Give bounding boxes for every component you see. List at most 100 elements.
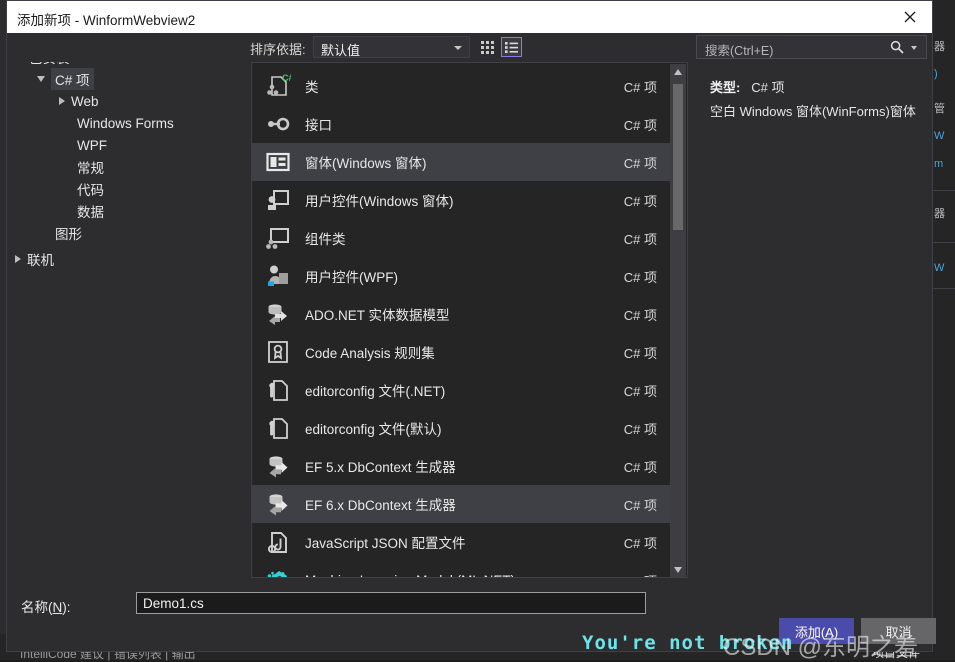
- template-row[interactable]: EF 6.x DbContext 生成器 C# 项: [252, 485, 671, 523]
- close-icon[interactable]: [888, 1, 932, 32]
- screen-root: 器 ) 管 W m 器 W IntelliCode 建议 | 错误列表 | 输出…: [0, 0, 955, 661]
- template-kind: C# 项: [623, 155, 657, 171]
- ruleset-icon: [263, 337, 293, 367]
- dialog-title: 添加新项 - WinformWebview2: [17, 13, 196, 28]
- template-kind: C# 项: [623, 497, 657, 513]
- template-row[interactable]: 用户控件(Windows 窗体) C# 项: [252, 181, 671, 219]
- grid-view-icon[interactable]: [477, 37, 498, 57]
- json-icon: [263, 527, 293, 557]
- template-row[interactable]: EF 5.x DbContext 生成器 C# 项: [252, 447, 671, 485]
- mlnet-icon: [263, 565, 293, 577]
- interface-icon: [263, 109, 293, 139]
- tree-node-4[interactable]: WPF: [59, 134, 107, 156]
- tree-node-label: 图形: [55, 227, 82, 242]
- template-row[interactable]: Code Analysis 规则集 C# 项: [252, 333, 671, 371]
- template-list[interactable]: C# 类 C# 项 接口 C# 项 窗体(Windows 窗体) C# 项 用户控件(W…: [251, 62, 688, 578]
- name-label-key: N: [52, 600, 63, 615]
- template-row[interactable]: editorconfig 文件(默认) C# 项: [252, 409, 671, 447]
- tree-node-5[interactable]: 常规: [59, 156, 104, 178]
- tree-node-3[interactable]: Windows Forms: [59, 112, 174, 134]
- template-kind: C# 项: [623, 459, 657, 475]
- editorconfig-icon: [263, 413, 293, 443]
- tree-node-1[interactable]: C# 项: [37, 68, 94, 90]
- template-name: EF 5.x DbContext 生成器: [305, 460, 456, 475]
- template-name: 接口: [305, 118, 332, 133]
- tree-node-7[interactable]: 数据: [59, 200, 104, 222]
- template-kind: C# 项: [623, 383, 657, 399]
- bg-fragment: W: [934, 130, 945, 142]
- search-icon: [890, 40, 904, 57]
- template-row[interactable]: editorconfig 文件(.NET) C# 项: [252, 371, 671, 409]
- tree-node-8[interactable]: 图形: [37, 222, 82, 244]
- sort-by-value: 默认值: [321, 43, 361, 58]
- template-row[interactable]: ADO.NET 实体数据模型 C# 项: [252, 295, 671, 333]
- scroll-down-arrow-icon[interactable]: [670, 562, 686, 577]
- scroll-up-arrow-icon[interactable]: [670, 64, 686, 80]
- template-name: 类: [305, 80, 319, 95]
- name-input[interactable]: Demo1.cs: [136, 592, 646, 614]
- template-name: 窗体(Windows 窗体): [305, 156, 427, 171]
- tree-node-label: 数据: [77, 205, 104, 220]
- search-input[interactable]: 搜索(Ctrl+E): [696, 35, 927, 59]
- template-name: 用户控件(WPF): [305, 270, 398, 285]
- tree-node-online[interactable]: 联机: [15, 248, 54, 270]
- template-name: Machine Learning Model (ML.NET): [305, 573, 624, 578]
- editorconfig-icon: [263, 375, 293, 405]
- detail-type-row: 类型: C# 项: [710, 77, 784, 96]
- tree-node-label: 代码: [77, 183, 104, 198]
- template-row[interactable]: JavaScript JSON 配置文件 C# 项: [252, 523, 671, 561]
- twisty-closed-icon: [15, 255, 21, 263]
- bg-divider: [933, 288, 955, 289]
- template-row[interactable]: C# 类 C# 项: [252, 67, 671, 105]
- template-kind: C# 项: [623, 307, 657, 323]
- template-row[interactable]: Machine Learning Model (ML.NET)C# 项: [252, 561, 671, 578]
- tree-node-label: 常规: [77, 161, 104, 176]
- name-input-value: Demo1.cs: [143, 596, 204, 611]
- component-icon: [263, 223, 293, 253]
- dialog-title-bar: 添加新项 - WinformWebview2: [7, 1, 932, 33]
- template-row[interactable]: 组件类 C# 项: [252, 219, 671, 257]
- bg-fragment: 器: [934, 208, 945, 220]
- template-row[interactable]: 用户控件(WPF) C# 项: [252, 257, 671, 295]
- template-name: EF 6.x DbContext 生成器: [305, 498, 456, 513]
- twisty-open-icon[interactable]: [37, 76, 45, 82]
- ef-dbcontext-icon: [263, 489, 293, 519]
- tree-node-label: Windows Forms: [77, 115, 174, 131]
- tree-node-label: 联机: [27, 253, 54, 268]
- template-kind: C# 项: [623, 345, 657, 361]
- tree-node-6[interactable]: 代码: [59, 178, 104, 200]
- bg-divider: [933, 190, 955, 191]
- chevron-down-icon: [454, 46, 462, 50]
- template-kind: C# 项: [623, 117, 657, 133]
- scrollbar-thumb[interactable]: [673, 84, 683, 230]
- search-dropdown-chevron-icon[interactable]: [911, 46, 917, 50]
- svg-text:C#: C#: [282, 73, 291, 83]
- wpf-usercontrol-icon: [263, 261, 293, 291]
- template-detail-panel: 类型: C# 项 空白 Windows 窗体(WinForms)窗体: [696, 68, 927, 578]
- tree-node-label: 已安装: [29, 62, 70, 67]
- template-kind: C# 项: [623, 231, 657, 247]
- tree-node-label: WPF: [77, 137, 107, 153]
- name-field-label: 名称(N):: [21, 596, 71, 616]
- detail-description: 空白 Windows 窗体(WinForms)窗体: [710, 104, 916, 119]
- sort-by-dropdown[interactable]: 默认值: [313, 36, 470, 58]
- template-kind: C# 项: [623, 421, 657, 437]
- form-icon: [263, 147, 293, 177]
- template-name: editorconfig 文件(.NET): [305, 384, 446, 399]
- list-scrollbar[interactable]: [670, 64, 686, 577]
- template-name: editorconfig 文件(默认): [305, 422, 442, 437]
- tree-node-2[interactable]: Web: [59, 90, 99, 112]
- template-kind: C# 项: [623, 193, 657, 209]
- bg-fragment: ): [934, 68, 938, 80]
- template-kind: C# 项: [624, 571, 657, 578]
- usercontrol-icon: [263, 185, 293, 215]
- ef-dbcontext-icon: [263, 451, 293, 481]
- list-view-icon[interactable]: [501, 37, 522, 57]
- template-name: 用户控件(Windows 窗体): [305, 194, 454, 209]
- name-label-prefix: 名称(: [21, 600, 53, 615]
- template-row[interactable]: 窗体(Windows 窗体) C# 项: [252, 143, 671, 181]
- twisty-closed-icon[interactable]: [59, 97, 65, 105]
- template-name: 组件类: [305, 232, 346, 247]
- categories-tree: 已安装 C# 项 Web Windows Forms WPF 常规代码数据图形 联机: [11, 62, 243, 578]
- template-row[interactable]: 接口 C# 项: [252, 105, 671, 143]
